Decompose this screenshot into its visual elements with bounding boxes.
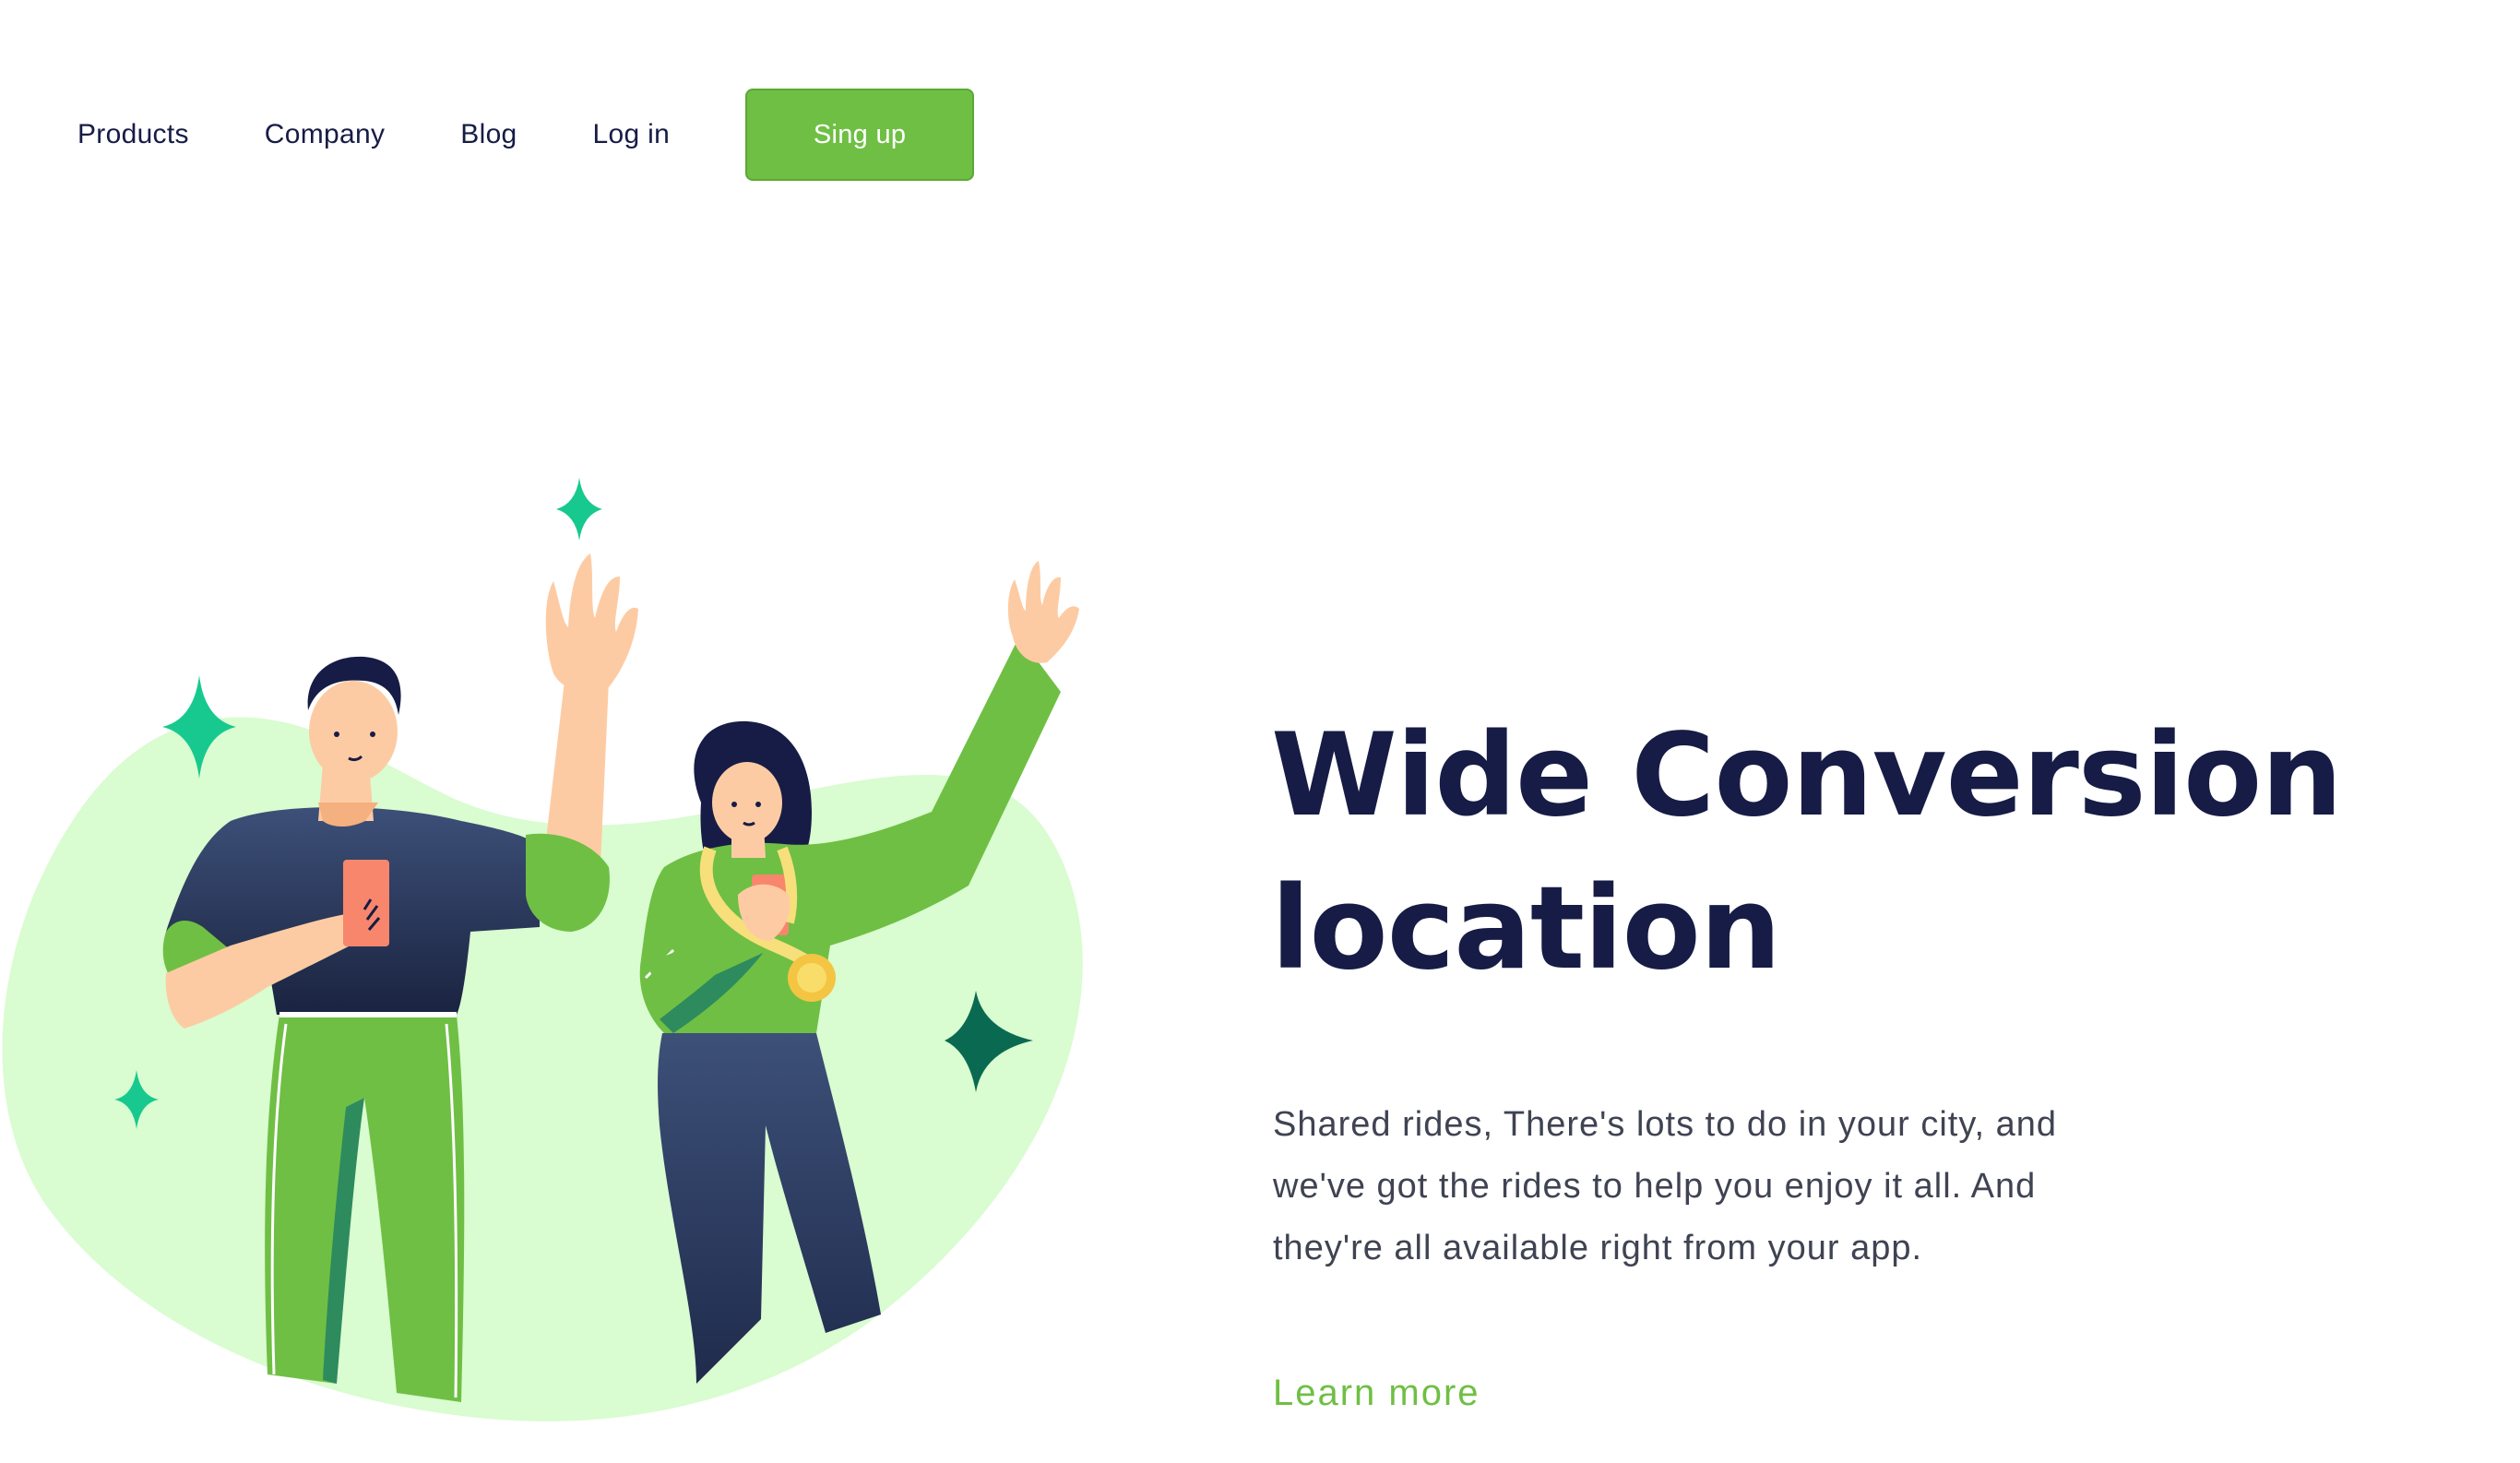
signup-button[interactable]: Sing up — [745, 89, 975, 181]
top-navigation: Products Company Blog Log in Sing up — [77, 88, 975, 182]
sparkle-icon — [556, 478, 602, 541]
two-people-waving-illustration — [2, 478, 1083, 1421]
nav-blog-link[interactable]: Blog — [460, 119, 517, 150]
nav-products-link[interactable]: Products — [77, 119, 189, 150]
learn-more-link[interactable]: Learn more — [1273, 1373, 1480, 1414]
hero-title-line-1: Wide Conversion — [1271, 709, 2343, 842]
hero-description: Shared rides, There's lots to do in your… — [1273, 1105, 2058, 1267]
nav-login-link[interactable]: Log in — [593, 119, 671, 150]
hero-title: Wide Conversion location — [1271, 699, 2470, 1005]
nav-company-link[interactable]: Company — [265, 119, 386, 150]
hero-title-line-2: location — [1271, 862, 1781, 995]
